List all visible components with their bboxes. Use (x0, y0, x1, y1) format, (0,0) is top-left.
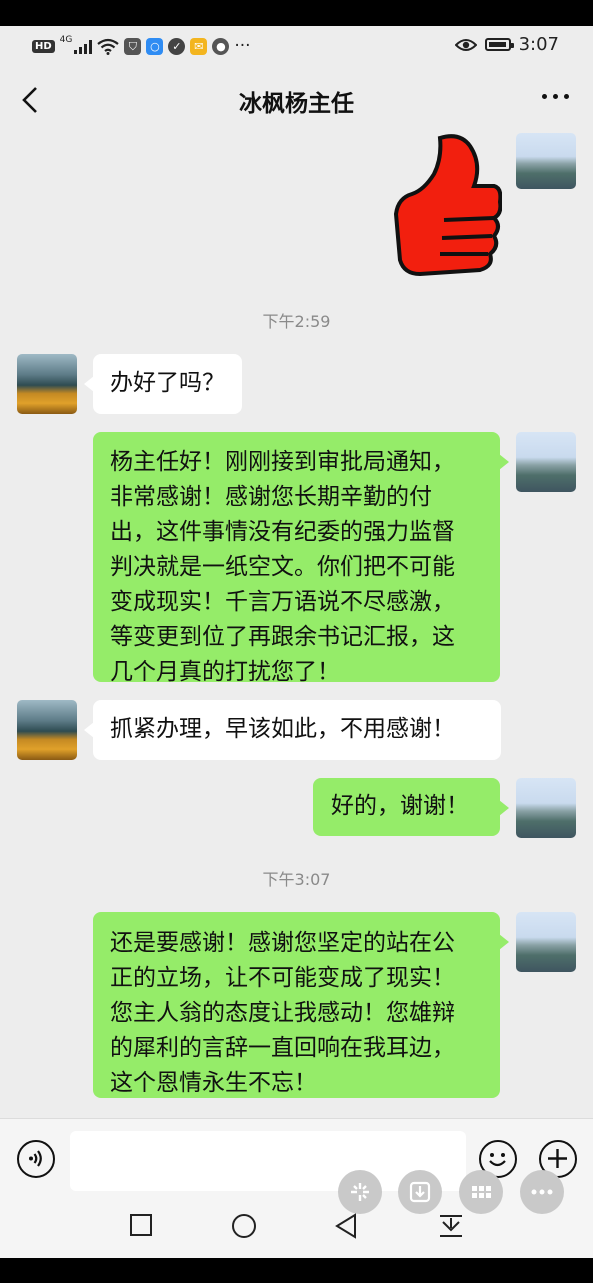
my-avatar[interactable] (516, 912, 576, 972)
status-bar: HD 4G ⛉ ○ ✓ ✉ ● ··· 3:07 (0, 26, 593, 64)
timestamp: 下午2:59 (262, 312, 331, 331)
my-avatar[interactable] (516, 432, 576, 492)
more-dots-icon[interactable] (520, 1170, 564, 1214)
home-icon[interactable] (230, 1212, 258, 1240)
message-line: 非常感谢！感谢您长期辛勤的付 (110, 484, 432, 510)
voice-icon[interactable] (17, 1140, 55, 1178)
battery-icon (484, 38, 514, 51)
message-line: 出，这件事情没有纪委的强力监督 (110, 519, 455, 545)
grid-icon[interactable] (459, 1170, 503, 1214)
message-bubble[interactable]: 杨主任好！刚刚接到审批局通知， 非常感谢！感谢您长期辛勤的付 出，这件事情没有纪… (93, 432, 509, 685)
recent-apps-icon[interactable] (128, 1212, 154, 1238)
sparkle-icon[interactable] (338, 1170, 382, 1214)
overflow-indicator: ··· (234, 36, 251, 56)
message-bubble[interactable]: 抓紧办理，早该如此，不用感谢！ (84, 700, 501, 760)
message-line: 您主人翁的态度让我感动！您雄辩 (110, 1000, 455, 1026)
eye-icon (454, 38, 477, 51)
message-line: 这个恩情永生不忘！ (110, 1070, 317, 1096)
notification-pull-icon[interactable] (438, 1212, 464, 1240)
message-bubble[interactable]: 好的，谢谢！ (313, 778, 509, 836)
mail-app-icon: ✉ (190, 37, 208, 55)
signal-icon (74, 39, 93, 54)
chat-header: 冰枫杨主任 (0, 64, 593, 136)
message-bubble[interactable]: 还是要感谢！感谢您坚定的站在公 正的立场，让不可能变成了现实！ 您主人翁的态度让… (93, 912, 509, 1098)
download-icon[interactable] (398, 1170, 442, 1214)
wifi-icon (97, 38, 120, 55)
chat-title: 冰枫杨主任 (239, 91, 354, 117)
message-line: 几个月真的打扰您了！ (110, 659, 340, 685)
message-line: 杨主任好！刚刚接到审批局通知， (110, 449, 455, 475)
hd-icon: HD (32, 39, 55, 53)
more-options-icon[interactable] (542, 94, 569, 99)
message-line: 变成现实！千言万语说不尽感激， (110, 589, 455, 615)
bottom-band (0, 1258, 593, 1283)
message-line: 的犀利的言辞一直回响在我耳边， (110, 1035, 455, 1061)
my-avatar[interactable] (516, 133, 576, 189)
timestamp: 下午3:07 (262, 870, 331, 889)
back-icon[interactable] (333, 1212, 359, 1240)
shield-app-icon: ✓ (168, 37, 186, 55)
input-bar (0, 1118, 593, 1259)
my-avatar[interactable] (516, 778, 576, 838)
message-line: 等变更到位了再跟余书记汇报，这 (110, 624, 455, 650)
chat-screen: HD 4G ⛉ ○ ✓ ✉ ● ··· 3:07 冰枫杨主任 下午2:59 办好… (0, 0, 593, 1283)
contact-avatar[interactable] (17, 700, 77, 760)
contact-avatar[interactable] (17, 354, 77, 414)
message-line: 还是要感谢！感谢您坚定的站在公 (110, 930, 455, 956)
app-icon: ● (212, 37, 230, 55)
app-icon: ⛉ (124, 37, 142, 55)
message-line: 正的立场，让不可能变成了现实！ (110, 965, 455, 991)
search-app-icon: ○ (146, 37, 164, 55)
status-time: 3:07 (518, 34, 559, 55)
network-type-label: 4G (59, 35, 73, 45)
top-band (0, 0, 593, 26)
message-bubble[interactable]: 办好了吗？ (84, 354, 242, 414)
message-line: 判决就是一纸空文。你们把不可能 (110, 554, 455, 580)
thumbs-up-sticker[interactable] (390, 134, 502, 280)
